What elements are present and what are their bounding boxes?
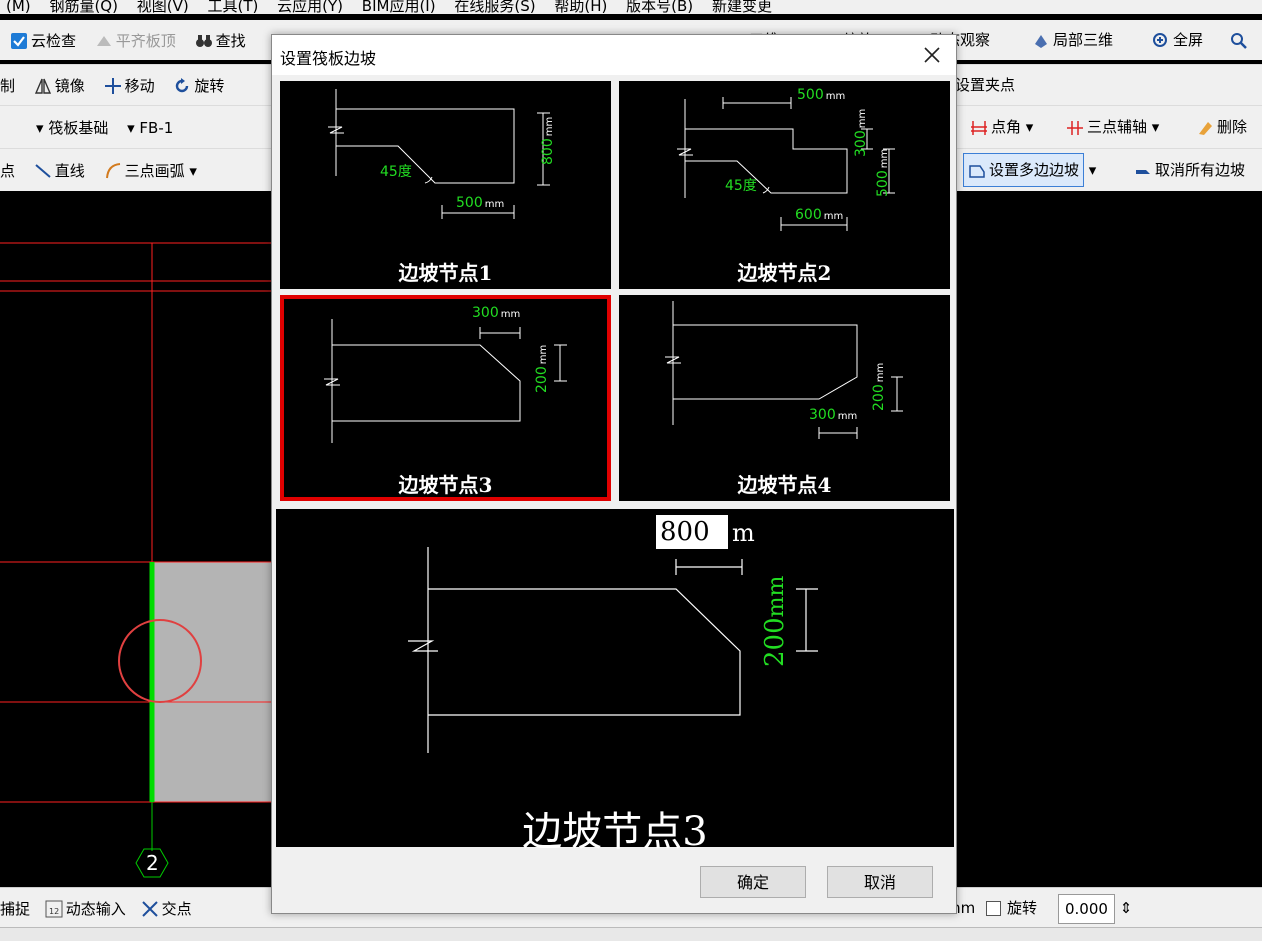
- slope-node-3-option[interactable]: 300 mm 200mm 边坡节点3: [280, 295, 611, 501]
- dialog-title: 设置筏板边坡: [280, 49, 377, 68]
- node-2-angle-label: 45度: [725, 178, 757, 194]
- move-icon: [104, 78, 121, 94]
- menu-item[interactable]: 在线服务(S): [454, 0, 535, 13]
- mirror-button[interactable]: 镜像: [34, 66, 85, 106]
- dialog-title-bar: 设置筏板边坡: [272, 35, 956, 75]
- copy-button[interactable]: 制: [0, 66, 15, 106]
- menu-item-new-change[interactable]: 新建变更: [712, 0, 772, 13]
- binoculars-icon: [195, 35, 212, 47]
- mirror-icon: [34, 78, 51, 94]
- axis-label: 2: [146, 851, 159, 875]
- cloud-check-icon: [11, 33, 27, 49]
- node-1-width-dim: 500 mm: [456, 195, 505, 211]
- bottom-strip: [0, 927, 1262, 941]
- category-dropdown[interactable]: ▾ 筏板基础: [36, 107, 108, 149]
- menu-item[interactable]: (M): [6, 0, 31, 13]
- menu-item[interactable]: 云应用(Y): [277, 0, 343, 13]
- component-dropdown[interactable]: ▾ FB-1: [127, 107, 173, 149]
- close-icon[interactable]: [918, 41, 946, 69]
- slope-width-input[interactable]: [656, 515, 728, 549]
- dynamic-input-toggle[interactable]: 12 动态输入: [45, 889, 126, 929]
- intersection-snap[interactable]: 交点: [141, 889, 192, 929]
- cancel-all-slopes-button[interactable]: 取消所有边坡: [1134, 149, 1245, 191]
- menu-bar: (M) 钢筋量(Q) 视图(V) 工具(T) 云应用(Y) BIM应用(I) 在…: [0, 0, 1262, 14]
- rotate-button[interactable]: 旋转: [173, 66, 224, 106]
- raft-slope-dialog: 设置筏板边坡 45度 500 mm 800mm 边坡节点1 500 mm 45度…: [271, 34, 957, 914]
- axis-icon: [1067, 120, 1083, 135]
- point-button[interactable]: 点: [0, 150, 15, 192]
- menu-item[interactable]: 工具(T): [207, 0, 258, 13]
- set-multi-slope-button[interactable]: 设置多边边坡 ▾: [963, 149, 1096, 191]
- menu-item[interactable]: 视图(V): [137, 0, 189, 13]
- dynamic-input-icon: 12: [45, 900, 63, 918]
- point-angle-button[interactable]: 点角 ▾: [970, 106, 1033, 148]
- fullscreen-button[interactable]: 全屏: [1152, 20, 1203, 60]
- local-3d-icon: [1035, 34, 1047, 48]
- flat-top-button[interactable]: 平齐板顶: [95, 21, 176, 61]
- node-2-bottom-dim: 600 mm: [795, 207, 844, 223]
- menu-item[interactable]: 钢筋量(Q): [49, 0, 118, 13]
- node-2-label: 边坡节点2: [737, 261, 832, 285]
- snap-toggle[interactable]: 捕捉: [0, 889, 30, 929]
- preview-height-dim: 200mm: [760, 575, 790, 667]
- slope-preview-diagram: [408, 547, 818, 753]
- raft-slab-region: [152, 562, 282, 802]
- menu-item[interactable]: 版本号(B): [626, 0, 693, 13]
- delete-button[interactable]: 删除: [1196, 106, 1247, 148]
- local-3d-button[interactable]: 局部三维: [1032, 20, 1113, 60]
- slope-preview-panel: 200mm 边坡节点3: [276, 509, 954, 855]
- node-1-label: 边坡节点1: [398, 261, 493, 285]
- node-1-angle-label: 45度: [380, 164, 412, 180]
- spinner-icon: ⇕: [1119, 899, 1133, 917]
- node-4-width-dim: 300 mm: [809, 407, 858, 423]
- cancel-slope-icon: [1136, 169, 1150, 174]
- slope-node-1-option[interactable]: 45度 500 mm 800mm 边坡节点1: [280, 81, 611, 289]
- cancel-button[interactable]: 取消: [827, 866, 933, 898]
- slope-node-4-option[interactable]: 300 mm 200mm 边坡节点4: [619, 295, 950, 501]
- rotate-angle-input[interactable]: 0.000 ⇕: [1058, 888, 1132, 928]
- node-1-height-dim: 800mm: [540, 116, 556, 165]
- node-4-label: 边坡节点4: [737, 473, 832, 497]
- zoom-window-button[interactable]: [1230, 20, 1251, 60]
- line-icon: [35, 164, 51, 178]
- svg-text:12: 12: [49, 907, 59, 916]
- move-button[interactable]: 移动: [104, 66, 155, 106]
- magnifier-icon: [1231, 32, 1247, 49]
- three-point-axis-button[interactable]: 三点辅轴 ▾: [1066, 106, 1159, 148]
- ok-button[interactable]: 确定: [700, 866, 806, 898]
- menu-item[interactable]: 帮助(H): [554, 0, 607, 13]
- set-grip-button[interactable]: 设置夹点: [955, 65, 1015, 105]
- node-2-height-dim-1: 300mm: [853, 108, 869, 157]
- line-button[interactable]: 直线: [34, 150, 85, 192]
- three-point-arc-button[interactable]: 三点画弧 ▾: [104, 150, 197, 192]
- node-4-height-dim: 200mm: [871, 362, 887, 411]
- preview-label: 边坡节点3: [522, 809, 708, 855]
- slope-icon: [969, 164, 985, 178]
- arc-icon: [105, 163, 120, 179]
- node-3-label: 边坡节点3: [398, 473, 493, 497]
- node-2-height-dim-2: 500mm: [875, 148, 891, 197]
- node-2-top-dim: 500 mm: [797, 87, 846, 103]
- rotate-icon: [176, 78, 189, 93]
- slope-node-2-option[interactable]: 500 mm 45度 600 mm 300mm 500mm 边坡节点2: [619, 81, 950, 289]
- node-3-width-dim: 300 mm: [472, 305, 521, 321]
- zoom-extents-icon: [1153, 32, 1167, 47]
- node-3-height-dim: 200mm: [534, 344, 550, 393]
- eraser-icon: [1199, 121, 1212, 135]
- rotate-checkbox[interactable]: 旋转: [986, 888, 1037, 928]
- slope-width-unit: m: [732, 519, 755, 547]
- cloud-check-button[interactable]: 云检查: [10, 21, 76, 61]
- flat-top-icon: [96, 36, 111, 46]
- intersection-icon: [141, 901, 158, 917]
- menu-item[interactable]: BIM应用(I): [362, 0, 436, 13]
- point-angle-icon: [971, 120, 987, 135]
- find-button[interactable]: 查找: [195, 21, 246, 61]
